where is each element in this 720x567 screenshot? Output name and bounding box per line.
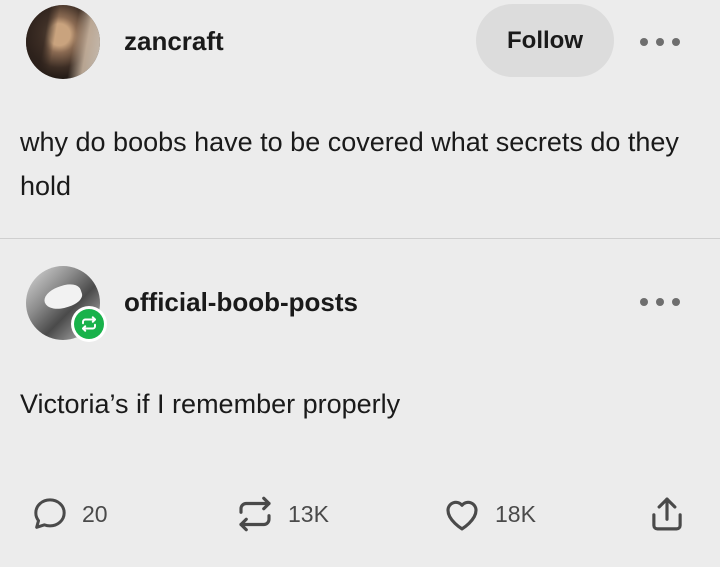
more-options-icon[interactable] xyxy=(640,295,680,309)
avatar-zancraft[interactable] xyxy=(26,5,100,79)
avatar-image xyxy=(26,5,100,79)
reblog-button[interactable]: 13K xyxy=(234,492,329,536)
notes-count: 20 xyxy=(82,500,108,527)
reblog-badge xyxy=(71,306,107,342)
share-icon xyxy=(646,493,688,535)
more-options-icon[interactable] xyxy=(640,35,680,49)
dot xyxy=(640,298,648,306)
reblog-badge-icon xyxy=(74,309,104,339)
original-username[interactable]: zancraft xyxy=(124,26,224,57)
heart-icon xyxy=(441,493,483,535)
dot xyxy=(672,298,680,306)
post-card: zancraft Follow why do boobs have to be … xyxy=(0,0,720,567)
dot xyxy=(656,38,664,46)
divider xyxy=(0,238,720,239)
comment-icon xyxy=(30,494,70,534)
likes-count: 18K xyxy=(495,500,536,527)
reblog-username[interactable]: official-boob-posts xyxy=(124,287,358,318)
share-button[interactable] xyxy=(646,492,688,536)
reblog-icon xyxy=(234,493,276,535)
dot xyxy=(672,38,680,46)
original-post-body: why do boobs have to be covered what sec… xyxy=(20,127,679,201)
reblogs-count: 13K xyxy=(288,500,329,527)
dot xyxy=(656,298,664,306)
notes-button[interactable]: 20 xyxy=(30,492,108,536)
reblog-body: Victoria’s if I remember properly xyxy=(20,389,401,419)
like-button[interactable]: 18K xyxy=(441,492,536,536)
follow-button[interactable]: Follow xyxy=(476,4,614,77)
dot xyxy=(640,38,648,46)
